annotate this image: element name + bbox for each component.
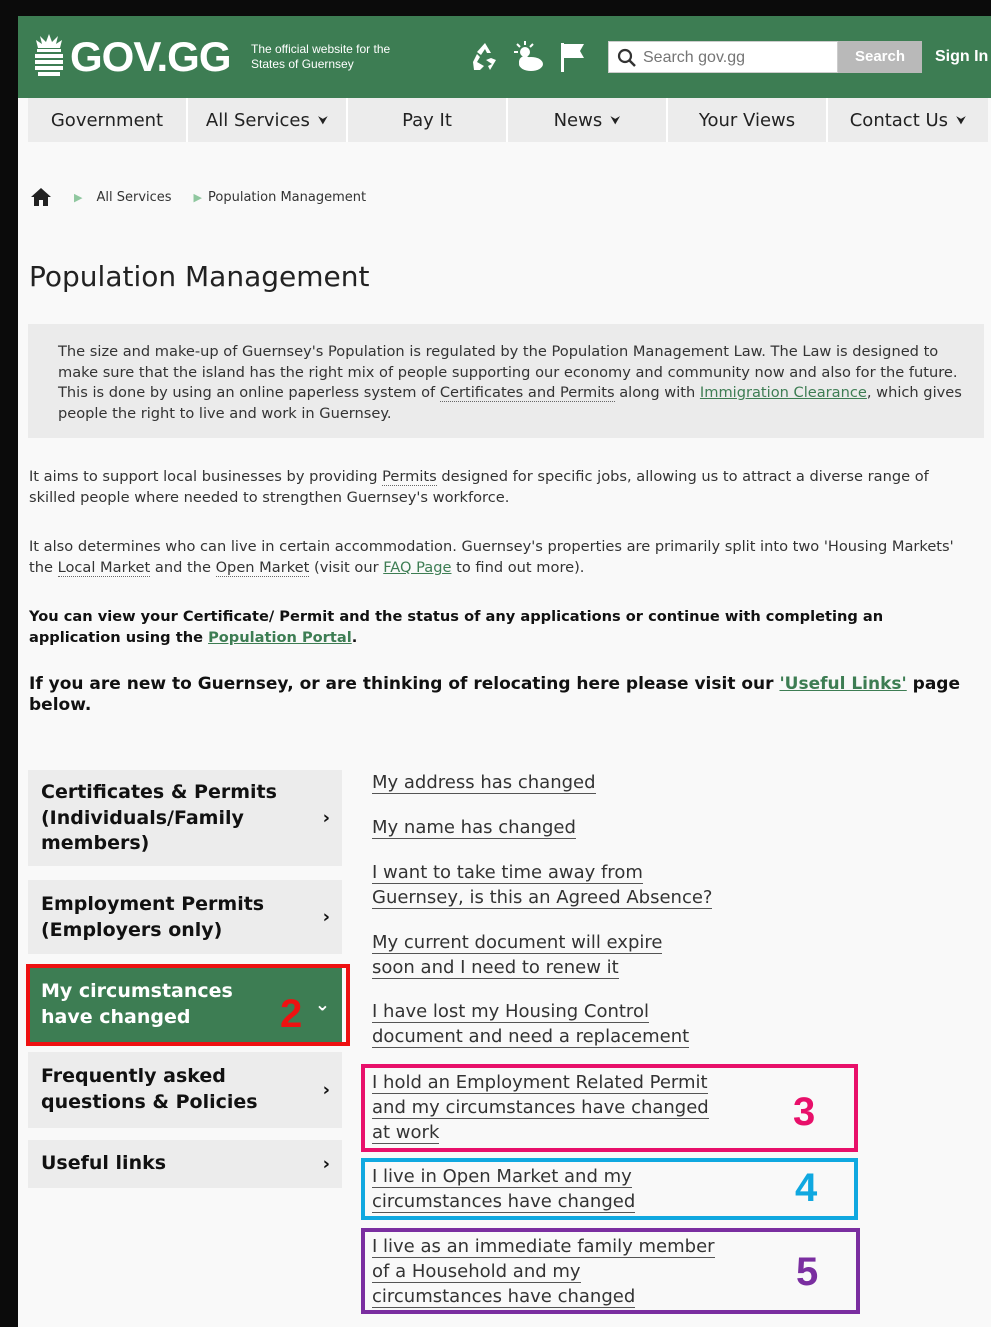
link-agreed-absence[interactable]: I want to take time away from Guernsey, … (372, 860, 713, 910)
nav-label: Pay It (402, 109, 452, 131)
paragraph-portal: You can view your Certificate/ Permit an… (29, 606, 979, 648)
intro-box: The size and make-up of Guernsey's Popul… (28, 324, 984, 438)
chevron-right-icon: › (322, 906, 330, 928)
breadcrumb-separator-icon: ▶ (74, 190, 83, 204)
paragraph-text: It aims to support local businesses by p… (29, 468, 383, 485)
recycle-icon[interactable] (468, 40, 502, 74)
breadcrumb-current: Population Management (208, 189, 367, 205)
annotation-box-4 (361, 1158, 858, 1220)
useful-links-link[interactable]: 'Useful Links' (779, 674, 906, 694)
paragraph-permits: It aims to support local businesses by p… (29, 466, 979, 508)
annotation-number-2: 2 (280, 992, 303, 1036)
local-market-term[interactable]: Local Market (57, 559, 151, 577)
weather-icon[interactable] (511, 40, 545, 74)
page-title: Population Management (29, 260, 370, 293)
link-line: I want to take time away from (372, 862, 643, 884)
screenshot-frame-left (0, 0, 18, 1327)
link-address-changed[interactable]: My address has changed (372, 770, 596, 795)
nav-label: Government (50, 109, 164, 131)
nav-your-views[interactable]: Your Views (668, 98, 828, 142)
open-market-term[interactable]: Open Market (215, 559, 310, 577)
population-portal-link[interactable]: Population Portal (208, 629, 352, 646)
permits-term[interactable]: Permits (382, 468, 437, 486)
chevron-down-icon: ⮟ (610, 112, 621, 127)
nav-label: All Services (205, 109, 310, 131)
chevron-right-icon: › (322, 1153, 330, 1175)
paragraph-text: . (351, 629, 358, 646)
nav-all-services[interactable]: All Services ⮟ (188, 98, 348, 142)
annotation-number-4: 4 (795, 1166, 818, 1210)
nav-news[interactable]: News ⮟ (508, 98, 668, 142)
sign-in-link[interactable]: Sign In (935, 48, 988, 66)
link-line: My name has changed (372, 817, 576, 839)
side-item-useful-links[interactable]: Useful links › (28, 1140, 342, 1188)
annotation-number-5: 5 (796, 1250, 819, 1294)
nav-contact-us[interactable]: Contact Us ⮟ (828, 98, 988, 142)
search-box (608, 41, 838, 73)
paragraph-text: (visit our (309, 559, 384, 576)
paragraph-text: and the (150, 559, 216, 576)
link-line: I have lost my Housing Control (372, 1001, 649, 1023)
nav-label: Your Views (698, 109, 796, 131)
paragraph-useful-links: If you are new to Guernsey, or are think… (29, 674, 979, 716)
site-header: GOV.GG The official website for the Stat… (18, 16, 991, 98)
chevron-right-icon: › (322, 807, 330, 829)
search-input[interactable] (643, 46, 833, 70)
search-icon (617, 48, 636, 67)
nav-pay-it[interactable]: Pay It (348, 98, 508, 142)
page: GOV.GG The official website for the Stat… (18, 16, 991, 1327)
side-item-label: Useful links (41, 1152, 167, 1174)
side-item-certificates-permits[interactable]: Certificates & Permits (Individuals/Fami… (28, 770, 342, 866)
annotation-box-3 (361, 1064, 858, 1152)
home-icon[interactable] (30, 187, 52, 207)
breadcrumb: ▶ All Services ▶ Population Management (30, 184, 366, 210)
link-name-changed[interactable]: My name has changed (372, 815, 576, 840)
link-line: Guernsey, is this an Agreed Absence? (372, 887, 713, 909)
breadcrumb-separator-icon: ▶ (193, 190, 203, 204)
side-item-faq-policies[interactable]: Frequently asked questions & Policies › (28, 1052, 342, 1128)
annotation-number-3: 3 (793, 1090, 816, 1134)
link-document-renewal[interactable]: My current document will expire soon and… (372, 930, 663, 980)
main-nav: Government All Services ⮟ Pay It News ⮟ Yo… (28, 98, 991, 142)
nav-label: Contact Us (849, 109, 949, 131)
chevron-right-icon: › (322, 1079, 330, 1101)
annotation-box-5 (361, 1228, 860, 1314)
link-line: document and need a replacement (372, 1026, 690, 1048)
immigration-clearance-link[interactable]: Immigration Clearance (700, 384, 867, 401)
site-tagline: The official website for the States of G… (251, 42, 391, 71)
side-item-label: Frequently asked questions & Policies (41, 1065, 258, 1113)
intro-text: along with (614, 384, 700, 401)
chevron-down-icon: ⮟ (317, 112, 329, 127)
paragraph-housing: It also determines who can live in certa… (29, 536, 979, 578)
certificates-permits-term[interactable]: Certificates and Permits (439, 384, 615, 402)
side-item-employment-permits[interactable]: Employment Permits (Employers only) › (28, 880, 342, 954)
paragraph-text: If you are new to Guernsey, or are think… (29, 674, 780, 694)
paragraph-text: to find out more). (451, 559, 585, 576)
paragraph-text: You can view your Certificate/ Permit an… (29, 608, 884, 646)
link-line: My current document will expire (372, 932, 663, 954)
chevron-down-icon: ⮟ (956, 112, 967, 127)
site-logo[interactable]: GOV.GG (70, 34, 232, 80)
faq-page-link[interactable]: FAQ Page (383, 559, 451, 576)
search-button[interactable]: Search (838, 41, 922, 73)
side-item-label: Certificates & Permits (Individuals/Fami… (41, 781, 277, 854)
nav-government[interactable]: Government (28, 98, 188, 142)
link-line: soon and I need to renew it (372, 957, 619, 979)
screenshot-frame-top (0, 0, 991, 16)
flag-icon[interactable] (556, 40, 590, 74)
breadcrumb-all-services[interactable]: All Services (96, 190, 171, 205)
side-item-label: Employment Permits (Employers only) (41, 893, 265, 941)
crest-icon (35, 34, 63, 76)
link-lost-housing-document[interactable]: I have lost my Housing Control document … (372, 999, 690, 1049)
nav-label: News (553, 109, 603, 131)
link-line: My address has changed (372, 772, 596, 794)
